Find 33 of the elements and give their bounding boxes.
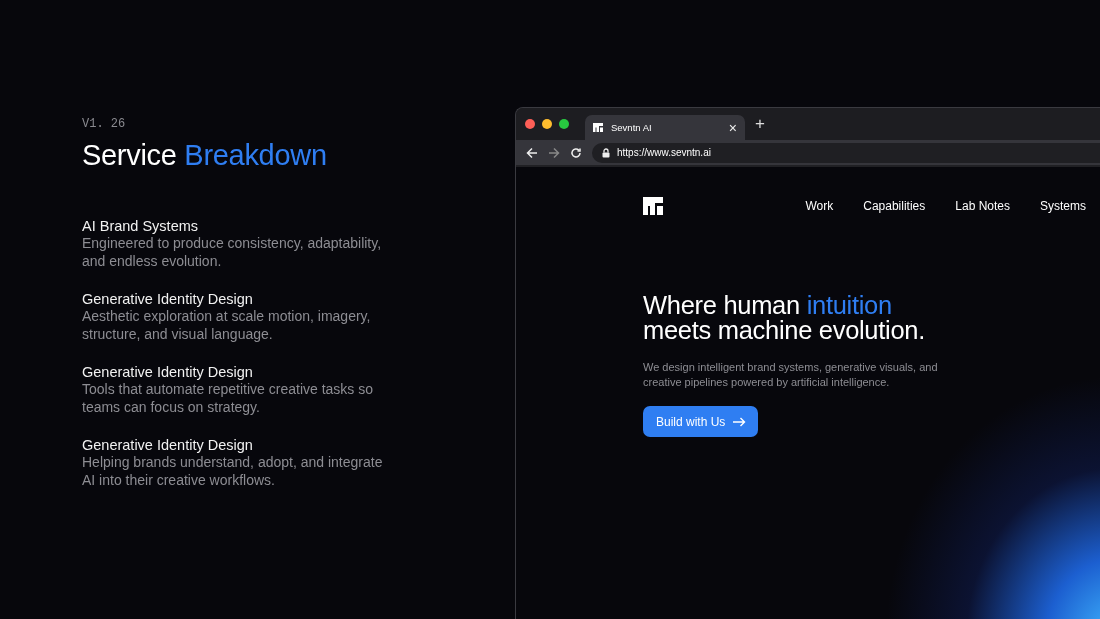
service-name: Generative Identity Design — [82, 364, 254, 380]
browser-tab[interactable]: Sevntn AI × — [585, 115, 745, 140]
hero-headline: Where human intuition meets machine evolution. — [643, 293, 926, 343]
arrow-right-icon — [733, 416, 747, 427]
version-label: V1. 26 — [82, 117, 126, 131]
service-name: Generative Identity Design — [82, 437, 254, 453]
address-bar[interactable]: https://www.sevntn.ai — [592, 142, 1100, 163]
nav-link[interactable]: Lab Notes — [955, 199, 1010, 213]
service-name: Generative Identity Design — [82, 291, 254, 307]
service-description: Engineered to produce consistency, adaptability, and endless evolution. — [82, 235, 383, 270]
minimize-window-button[interactable] — [542, 119, 552, 129]
forward-icon[interactable] — [548, 146, 560, 159]
reload-icon[interactable] — [570, 146, 582, 159]
service-description: Helping brands understand, adopt, and integrate AI into their creative workflows. — [82, 454, 384, 489]
nav-link[interactable]: Work — [805, 199, 834, 213]
tab-title: Sevntn AI — [611, 122, 653, 133]
slide-title: Service Breakdown — [82, 139, 327, 172]
service-name: AI Brand Systems — [82, 218, 200, 234]
close-tab-button[interactable]: × — [728, 119, 737, 136]
nav-link[interactable]: Capabilities — [863, 199, 926, 213]
nav-link[interactable]: Systems — [1040, 199, 1086, 213]
lock-icon — [602, 147, 610, 158]
new-tab-button[interactable]: + — [751, 114, 769, 134]
build-with-us-button[interactable]: Build with Us — [643, 406, 759, 437]
back-icon[interactable] — [526, 146, 538, 159]
service-description: Tools that automate repetitive creative tasks so teams can focus on strategy. — [82, 381, 375, 416]
zoom-window-button[interactable] — [559, 119, 569, 129]
close-window-button[interactable] — [525, 119, 535, 129]
service-description: Aesthetic exploration at scale motion, imagery, structure, and visual language. — [82, 308, 372, 343]
logo-icon[interactable] — [643, 197, 663, 215]
url-text: https://www.sevntn.ai — [617, 147, 711, 158]
site-favicon-icon — [593, 123, 603, 132]
hero-description: We design intelligent brand systems, generative visuals, and creative pipelines powered by artificial intelligence. — [643, 360, 939, 390]
